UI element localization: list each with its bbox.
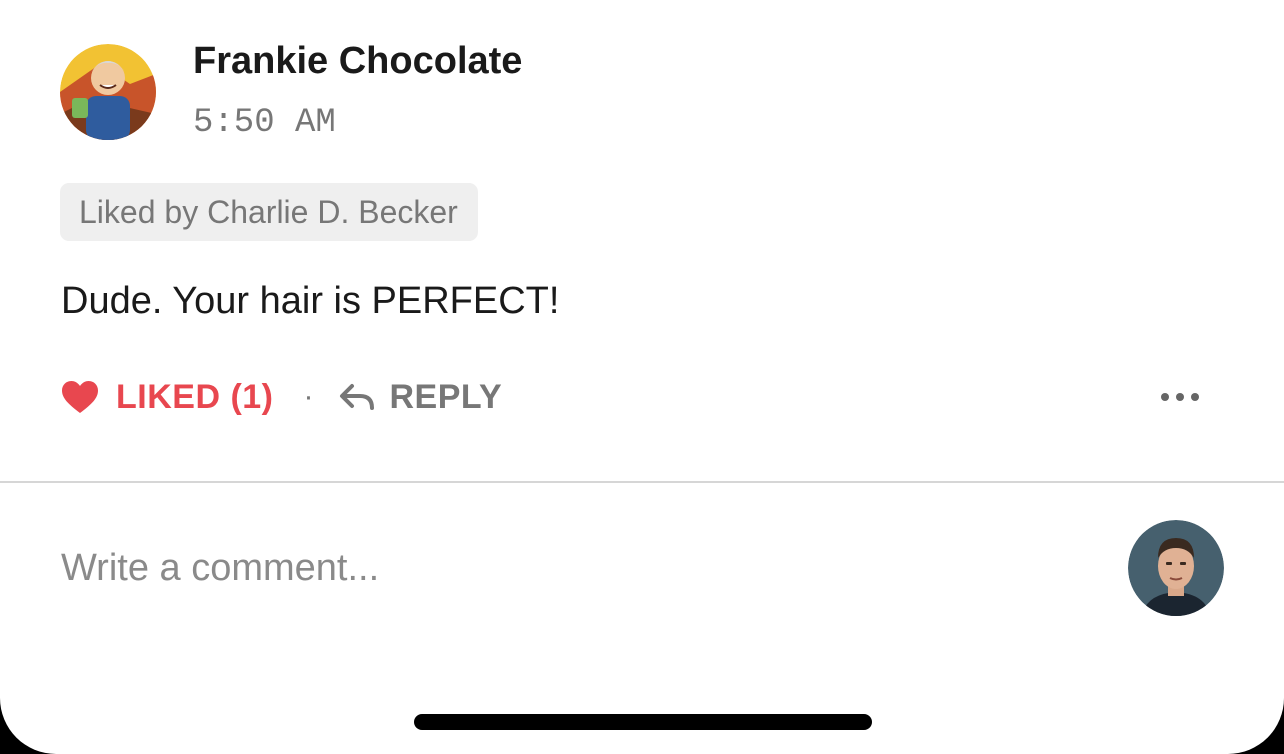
comment-actions: LIKED (1) · REPLY: [60, 372, 502, 422]
home-indicator[interactable]: [414, 714, 872, 730]
liked-by-badge: Liked by Charlie D. Becker: [60, 183, 478, 241]
reply-button[interactable]: REPLY: [338, 378, 503, 417]
comment-input[interactable]: [61, 538, 1101, 598]
reply-arrow-icon: [338, 382, 376, 412]
comment-timestamp: 5:50 AM: [193, 104, 336, 142]
author-name[interactable]: Frankie Chocolate: [193, 40, 522, 83]
comment-screen: Frankie Chocolate 5:50 AM Liked by Charl…: [0, 0, 1284, 754]
author-avatar-image: [60, 44, 156, 140]
action-separator: ·: [303, 380, 314, 413]
section-divider: [0, 481, 1284, 483]
current-user-avatar-image: [1128, 520, 1224, 616]
more-options-button[interactable]: [1156, 383, 1204, 411]
heart-icon: [60, 379, 100, 415]
comment-body: Dude. Your hair is PERFECT!: [61, 280, 560, 322]
reply-label: REPLY: [389, 377, 503, 416]
author-avatar[interactable]: [60, 44, 156, 140]
like-button[interactable]: LIKED (1): [60, 378, 274, 417]
like-label: LIKED (1): [116, 377, 274, 416]
current-user-avatar[interactable]: [1128, 520, 1224, 616]
ellipsis-icon: [1161, 393, 1199, 401]
